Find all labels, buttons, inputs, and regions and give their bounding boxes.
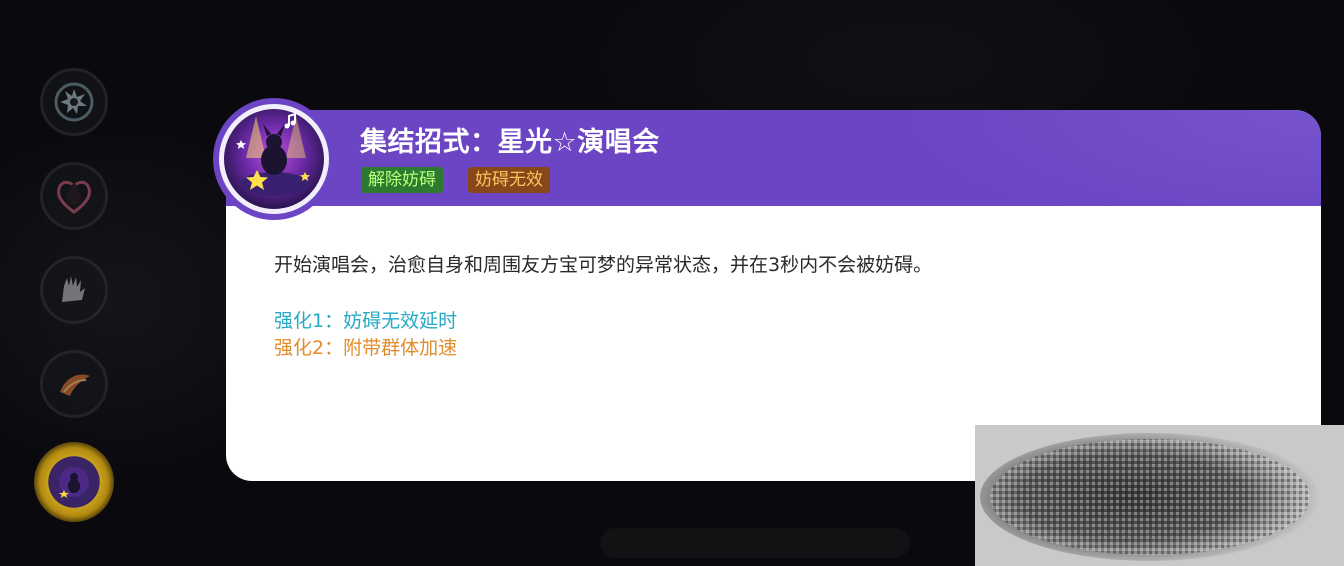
skill-slot-1[interactable] xyxy=(40,68,108,136)
skill-slot-3[interactable] xyxy=(40,256,108,324)
skill-slot-5-active[interactable] xyxy=(34,442,114,522)
skill-slot-2[interactable] xyxy=(40,162,108,230)
upgrade-1-text: 强化1：妨碍无效延时 xyxy=(274,310,458,332)
upgrade-2-text: 强化2：附带群体加速 xyxy=(274,337,458,359)
gear-burst-icon xyxy=(54,82,94,122)
skill-rail xyxy=(34,66,116,546)
skill-slot-4[interactable] xyxy=(40,350,108,418)
bottom-status-bar xyxy=(600,528,910,558)
skill-tag-cleanse: 解除妨碍 xyxy=(361,167,443,193)
skill-title: 集结招式：星光☆演唱会 xyxy=(360,127,660,158)
hand-wave-icon xyxy=(62,276,85,302)
skill-card-header: 集结招式：星光☆演唱会 解除妨碍 妨碍无效 xyxy=(226,110,1321,206)
skill-description: 开始演唱会，治愈自身和周围友方宝可梦的异常状态，并在3秒内不会被妨碍。 xyxy=(274,254,933,276)
unite-star-concert-icon xyxy=(59,467,89,498)
heart-creature-icon xyxy=(57,180,91,214)
star-concert-emblem-icon xyxy=(213,98,335,220)
watermark-overlay xyxy=(975,425,1344,566)
feather-swirl-icon xyxy=(60,374,90,396)
skill-tag-unstoppable: 妨碍无效 xyxy=(468,167,550,193)
